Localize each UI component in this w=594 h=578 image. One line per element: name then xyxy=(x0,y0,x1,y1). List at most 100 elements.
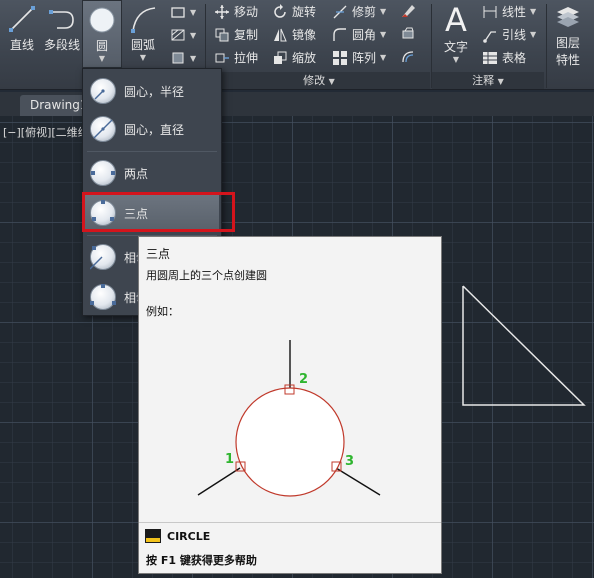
stretch-label: 拉伸 xyxy=(234,51,259,65)
trim-icon xyxy=(333,5,347,18)
leader-button[interactable]: 引线 ▼ xyxy=(482,26,536,43)
command-tooltip: 三点 用圆周上的三个点创建圆 例如： 2 1 3 CIRCLE 按 F1 键获得… xyxy=(138,236,442,574)
tooltip-example-label: 例如： xyxy=(146,305,179,318)
tooltip-divider xyxy=(139,522,441,523)
circle-icon xyxy=(89,7,115,33)
fillet-label: 圆角 xyxy=(352,28,377,42)
point-label-1: 1 xyxy=(225,452,234,467)
layer-properties-label-2: 特性 xyxy=(555,53,580,67)
polyline-button[interactable]: 多段线 xyxy=(42,4,82,53)
line-label: 直线 xyxy=(9,38,34,52)
offset-icon xyxy=(402,51,414,63)
autocad-window: 直线 多段线 圆 ▼ 圆弧 ▼ ▼ ▼ ▼ 移动 旋转 修剪 ▼ 复制 镜像 圆… xyxy=(0,0,594,578)
circle-label: 圆 xyxy=(95,39,108,53)
menu-item-center-diameter[interactable]: 圆心，直径 xyxy=(85,111,219,147)
rotate-label: 旋转 xyxy=(292,5,317,19)
viewport-controls-label[interactable]: [−][俯视][二维线 xyxy=(3,124,89,140)
rectangle-button[interactable]: ▼ xyxy=(170,4,196,20)
modify-panel-bar[interactable]: 修改 ▼ xyxy=(208,72,430,89)
scale-label: 缩放 xyxy=(292,51,317,65)
array-button[interactable]: 阵列 ▼ xyxy=(332,49,386,66)
rotate-icon xyxy=(274,3,286,18)
mirror-label: 镜像 xyxy=(292,28,317,42)
move-button[interactable]: 移动 xyxy=(214,3,258,20)
linear-label: 线性 xyxy=(502,5,527,19)
tooltip-command: CIRCLE xyxy=(145,529,210,543)
hatch-button[interactable]: ▼ xyxy=(170,27,196,43)
move-label: 移动 xyxy=(234,5,259,19)
point-label-3: 3 xyxy=(345,454,354,469)
move-icon xyxy=(215,4,229,19)
polyline-label: 多段线 xyxy=(43,38,80,52)
mirror-button[interactable]: 镜像 xyxy=(272,26,316,43)
menu-item-center-radius[interactable]: 圆心，半径 xyxy=(85,73,219,109)
menu-separator xyxy=(87,151,217,152)
leader-label: 引线 xyxy=(502,28,527,42)
rectangle-icon xyxy=(171,7,185,18)
linear-dimension-button[interactable]: 线性 ▼ xyxy=(482,3,536,20)
menu-item-label: 两点 xyxy=(124,166,149,181)
stretch-icon xyxy=(215,53,229,62)
circle-dropdown-caret-icon[interactable]: ▼ xyxy=(99,54,105,63)
offset-button[interactable] xyxy=(400,49,416,65)
svg-text:A: A xyxy=(445,2,467,36)
arc-label: 圆弧 xyxy=(130,38,155,52)
arc-dropdown-caret-icon[interactable]: ▼ xyxy=(140,53,146,62)
circle-two-point-icon xyxy=(90,160,116,186)
tooltip-help-text: 按 F1 键获得更多帮助 xyxy=(146,554,257,567)
circle-center-diameter-icon xyxy=(90,116,116,142)
circle-tan-tan-tan-icon xyxy=(90,284,116,310)
ribbon-separator xyxy=(546,4,547,88)
trim-button[interactable]: 修剪 ▼ xyxy=(332,3,386,20)
layer-properties-button[interactable]: 图层 特性 xyxy=(550,2,586,68)
menu-item-label: 圆心，半径 xyxy=(124,84,185,99)
linear-dimension-icon xyxy=(483,5,497,18)
layer-properties-label-1: 图层 xyxy=(555,36,580,50)
fillet-button[interactable]: 圆角 ▼ xyxy=(332,26,386,43)
text-a-icon: A xyxy=(445,2,467,36)
table-label: 表格 xyxy=(502,51,527,65)
copy-icon xyxy=(215,28,229,41)
explode-button[interactable] xyxy=(400,26,416,42)
line-button[interactable]: 直线 xyxy=(4,4,40,53)
modify-panel-label: 修改 xyxy=(303,74,326,87)
text-label: 文字 xyxy=(443,40,468,54)
erase-icon xyxy=(402,5,415,17)
line-icon xyxy=(9,6,35,32)
text-dropdown-caret-icon[interactable]: ▼ xyxy=(453,55,459,64)
stretch-button[interactable]: 拉伸 xyxy=(214,49,258,66)
region-icon xyxy=(172,52,184,64)
scale-icon xyxy=(274,51,287,64)
circle-button[interactable]: 圆 ▼ xyxy=(82,0,122,68)
tooltip-command-name: CIRCLE xyxy=(167,529,211,543)
menu-item-label: 圆心，直径 xyxy=(124,122,185,137)
fillet-icon xyxy=(333,27,346,41)
menu-item-two-point[interactable]: 两点 xyxy=(85,155,219,191)
layer-stack-icon xyxy=(557,7,579,27)
circle-tan-tan-radius-icon xyxy=(90,244,116,270)
circle-center-radius-icon xyxy=(90,78,116,104)
region-button[interactable]: ▼ xyxy=(170,50,196,66)
array-icon xyxy=(333,50,347,65)
text-button[interactable]: A 文字 ▼ xyxy=(438,2,474,64)
tooltip-description: 用圆周上的三个点创建圆 xyxy=(146,269,267,282)
annotation-panel-bar[interactable]: 注释 ▼ xyxy=(432,72,544,89)
scale-button[interactable]: 缩放 xyxy=(272,49,316,66)
trim-label: 修剪 xyxy=(352,5,377,19)
table-icon xyxy=(483,51,497,64)
copy-button[interactable]: 复制 xyxy=(214,26,258,43)
array-label: 阵列 xyxy=(352,51,377,65)
explode-icon xyxy=(402,27,414,39)
table-button[interactable]: 表格 xyxy=(482,49,526,66)
arc-button[interactable]: 圆弧 ▼ xyxy=(126,4,160,62)
tooltip-title: 三点 xyxy=(146,247,171,261)
rotate-button[interactable]: 旋转 xyxy=(272,3,316,20)
point-label-2: 2 xyxy=(299,372,308,387)
leader-icon xyxy=(483,30,496,43)
erase-button[interactable] xyxy=(400,3,416,19)
mirror-icon xyxy=(274,28,287,41)
arc-icon xyxy=(131,7,156,33)
copy-label: 复制 xyxy=(234,28,259,42)
highlight-box xyxy=(82,192,235,232)
polyline-icon xyxy=(49,10,74,29)
